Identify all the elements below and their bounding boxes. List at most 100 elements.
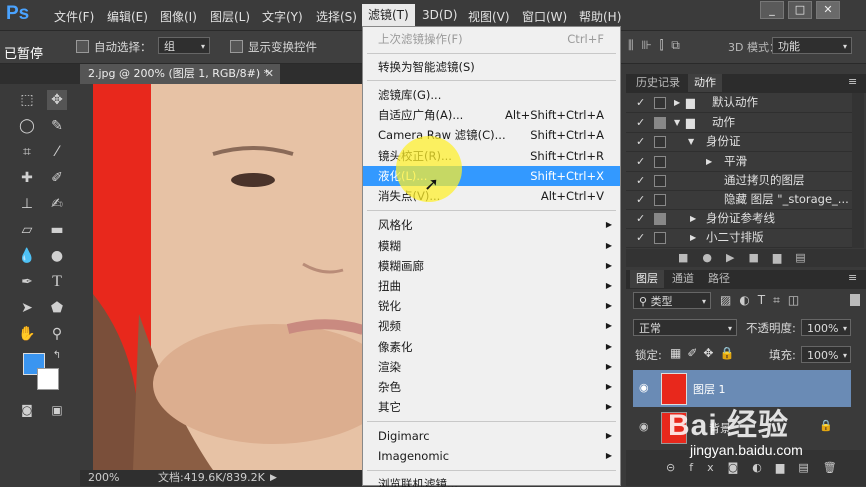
submenu-arrow-icon: ▶: [605, 301, 612, 310]
menu-item-filter-gallery[interactable]: 滤镜库(G)...: [363, 85, 620, 105]
menu-item-blur-gallery[interactable]: 模糊画廊 ▶: [363, 256, 620, 276]
hand-tool-icon[interactable]: ✋: [17, 324, 37, 344]
submenu-arrow-icon: ▶: [605, 241, 612, 250]
menu-item-blur[interactable]: 模糊 ▶: [363, 236, 620, 256]
visibility-eye-icon[interactable]: ◉: [639, 381, 649, 394]
minimize-button[interactable]: _: [760, 1, 784, 19]
actions-toolbar-icons[interactable]: ■●▶■▆▤: [626, 249, 866, 267]
blend-mode-dropdown[interactable]: 正常 ▾: [633, 319, 737, 336]
layer-name: 图层 1: [693, 383, 726, 396]
menu-item-convert-smart-filter[interactable]: 转换为智能滤镜(S): [363, 57, 620, 77]
action-row[interactable]: ✓ ▶ ▆ 默认动作: [626, 93, 852, 113]
mode-3d-dropdown[interactable]: 功能 ▾: [772, 37, 852, 54]
zoom-tool-icon[interactable]: ⚲: [47, 324, 67, 344]
eyedropper-tool-icon[interactable]: ⁄: [47, 142, 67, 162]
menu-item-browse-online-filters[interactable]: 浏览联机滤镜...: [363, 474, 620, 487]
menu-help[interactable]: 帮助(H): [579, 8, 621, 25]
tab-history[interactable]: 历史记录: [630, 74, 686, 92]
watermark-logo: Bai 经验: [668, 409, 790, 442]
clone-stamp-tool-icon[interactable]: ⊥: [17, 194, 37, 214]
menu-window[interactable]: 窗口(W): [522, 8, 567, 25]
show-transform-checkbox[interactable]: [230, 40, 243, 53]
move-tool-icon[interactable]: ✥: [47, 90, 67, 110]
menu-item-pixelate[interactable]: 像素化 ▶: [363, 337, 620, 357]
close-tab-icon[interactable]: ✕: [265, 64, 274, 84]
menu-item-adaptive-wide-angle[interactable]: 自适应广角(A)... Alt+Shift+Ctrl+A: [363, 105, 620, 125]
menu-item-render[interactable]: 渲染 ▶: [363, 357, 620, 377]
menu-image[interactable]: 图像(I): [160, 8, 197, 25]
dropdown-arrow-icon: ▾: [842, 42, 847, 51]
menu-item-other[interactable]: 其它 ▶: [363, 397, 620, 417]
filter-menu: 上次滤镜操作(F) Ctrl+F 转换为智能滤镜(S) 滤镜库(G)... 自适应…: [362, 26, 621, 487]
tab-paths[interactable]: 路径: [702, 270, 736, 288]
tab-actions[interactable]: 动作: [688, 74, 722, 92]
menu-view[interactable]: 视图(V): [468, 8, 510, 25]
healing-brush-tool-icon[interactable]: ✚: [17, 168, 37, 188]
doc-info: 文档:419.6K/839.2K: [158, 471, 265, 484]
close-window-button[interactable]: ✕: [816, 1, 840, 19]
panel-menu-icon[interactable]: ≡: [848, 271, 857, 284]
menu-item-stylize[interactable]: 风格化 ▶: [363, 215, 620, 235]
menu-edit[interactable]: 编辑(E): [107, 8, 148, 25]
marquee-tool-icon[interactable]: ⬚: [17, 90, 37, 110]
menu-item-distort[interactable]: 扭曲 ▶: [363, 276, 620, 296]
menu-layer[interactable]: 图层(L): [210, 8, 250, 25]
status-arrow-icon[interactable]: ▶: [270, 470, 277, 486]
align-icons[interactable]: ⫼ ⊪ ⫿ ⧉: [628, 38, 682, 53]
blur-tool-icon[interactable]: 💧: [17, 246, 37, 266]
tab-layers[interactable]: 图层: [630, 270, 664, 288]
type-tool-icon[interactable]: T: [47, 272, 67, 292]
dodge-tool-icon[interactable]: ●: [47, 246, 67, 266]
action-row[interactable]: ✓ 隐藏 图层 "_storage_...: [626, 190, 852, 210]
menu-item-video[interactable]: 视频 ▶: [363, 316, 620, 336]
action-row[interactable]: ✓ ▶ 小二寸排版: [626, 228, 852, 248]
screen-mode-icon[interactable]: ▣: [47, 400, 67, 420]
action-row[interactable]: ✓ ▼ 身份证: [626, 132, 852, 152]
menu-filter[interactable]: 滤镜(T): [362, 4, 415, 26]
action-row[interactable]: ✓ ▼ ▆ 动作: [626, 113, 852, 133]
action-row[interactable]: ✓ ▶ 身份证参考线: [626, 209, 852, 229]
menu-item-noise[interactable]: 杂色 ▶: [363, 377, 620, 397]
menu-item-vanishing-point[interactable]: 消失点(V)...Alt+Ctrl+V: [363, 186, 620, 206]
menu-select[interactable]: 选择(S): [316, 8, 357, 25]
quick-mask-icon[interactable]: ◙: [17, 400, 37, 420]
filter-toggle-icon[interactable]: [850, 294, 860, 306]
shape-tool-icon[interactable]: ⬟: [47, 298, 67, 318]
action-row[interactable]: ✓ 通过拷贝的图层: [626, 171, 852, 191]
path-select-tool-icon[interactable]: ➤: [17, 298, 37, 318]
submenu-arrow-icon: ▶: [605, 382, 612, 391]
visibility-eye-icon[interactable]: ◉: [639, 420, 649, 433]
quick-select-tool-icon[interactable]: ✎: [47, 116, 67, 136]
action-row[interactable]: ✓ ▶ 平滑: [626, 152, 852, 172]
auto-select-dropdown[interactable]: 组 ▾: [158, 37, 210, 54]
menu-item-imagenomic[interactable]: Imagenomic ▶: [363, 446, 620, 466]
document-tab[interactable]: 2.jpg @ 200% (图层 1, RGB/8#) * ✕: [80, 64, 280, 84]
maximize-button[interactable]: □: [788, 1, 812, 19]
panel-menu-icon[interactable]: ≡: [848, 75, 857, 88]
history-brush-tool-icon[interactable]: ✍: [47, 194, 67, 214]
crop-tool-icon[interactable]: ⌗: [17, 142, 37, 162]
menu-type[interactable]: 文字(Y): [262, 8, 303, 25]
auto-select-checkbox[interactable]: [76, 40, 89, 53]
background-color-swatch[interactable]: [37, 368, 59, 390]
show-transform-label: 显示变换控件: [248, 40, 317, 54]
pen-tool-icon[interactable]: ✒: [17, 272, 37, 292]
actions-scrollbar[interactable]: [852, 93, 864, 248]
tab-channels[interactable]: 通道: [666, 270, 700, 288]
eraser-tool-icon[interactable]: ▱: [17, 220, 37, 240]
menu-3d[interactable]: 3D(D): [422, 8, 457, 22]
swap-colors-icon[interactable]: ↰: [47, 346, 67, 366]
lock-icons[interactable]: ▦✐✥🔒: [670, 346, 740, 360]
menu-item-camera-raw[interactable]: Camera Raw 滤镜(C)... Shift+Ctrl+A: [363, 125, 620, 145]
layer-filter-icons[interactable]: ▨◐T⌗◫: [720, 293, 807, 308]
menu-item-sharpen[interactable]: 锐化 ▶: [363, 296, 620, 316]
fill-input[interactable]: 100% ▾: [801, 346, 851, 363]
brush-tool-icon[interactable]: ✐: [47, 168, 67, 188]
lasso-tool-icon[interactable]: ◯: [17, 116, 37, 136]
menu-item-digimarc[interactable]: Digimarc ▶: [363, 426, 620, 446]
opacity-input[interactable]: 100% ▾: [801, 319, 851, 336]
layer-filter-dropdown[interactable]: ⚲ 类型 ▾: [633, 292, 711, 309]
document-canvas[interactable]: [93, 84, 363, 470]
gradient-tool-icon[interactable]: ▬: [47, 220, 67, 240]
menu-file[interactable]: 文件(F): [54, 8, 94, 25]
